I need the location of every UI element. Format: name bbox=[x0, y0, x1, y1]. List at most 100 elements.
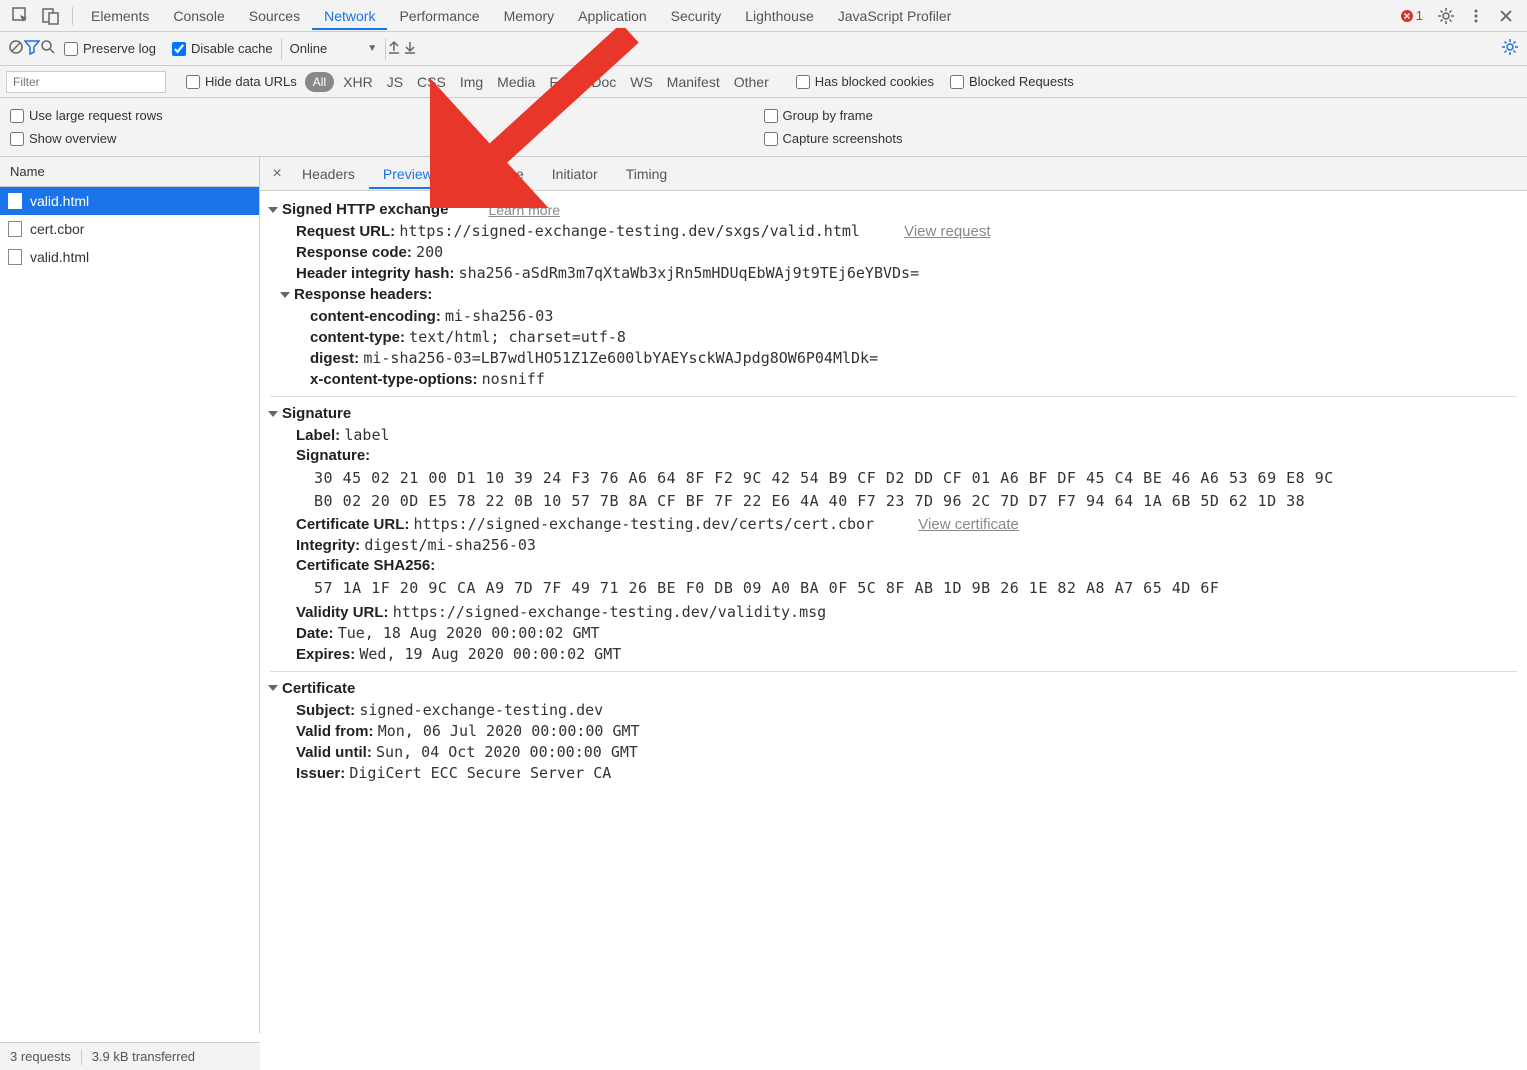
tab-console[interactable]: Console bbox=[161, 2, 236, 30]
separator bbox=[81, 1049, 82, 1065]
device-toggle-icon[interactable] bbox=[41, 6, 61, 26]
group-by-frame-checkbox[interactable]: Group by frame bbox=[764, 108, 1518, 123]
status-transferred: 3.9 kB transferred bbox=[92, 1049, 195, 1064]
filter-type-css[interactable]: CSS bbox=[410, 74, 453, 90]
learn-more-link[interactable]: Learn more bbox=[488, 202, 560, 218]
tab-preview[interactable]: Preview bbox=[369, 159, 447, 189]
request-row[interactable]: cert.cbor bbox=[0, 215, 259, 243]
network-options: Use large request rows Group by frame Sh… bbox=[0, 98, 1527, 157]
document-icon bbox=[8, 221, 22, 237]
hide-data-urls-label: Hide data URLs bbox=[205, 74, 297, 89]
network-filterbar: Hide data URLs All XHR JS CSS Img Media … bbox=[0, 66, 1527, 98]
show-overview-checkbox[interactable]: Show overview bbox=[10, 131, 764, 146]
date-row: Date: Tue, 18 Aug 2020 00:00:02 GMT bbox=[296, 624, 1517, 642]
response-code-key: Response code: bbox=[296, 244, 412, 261]
filter-type-img[interactable]: Img bbox=[453, 74, 490, 90]
tab-js-profiler[interactable]: JavaScript Profiler bbox=[826, 2, 964, 30]
throttling-select[interactable]: Online ▼ bbox=[281, 38, 386, 60]
filter-type-media[interactable]: Media bbox=[490, 74, 542, 90]
tab-performance[interactable]: Performance bbox=[387, 2, 491, 30]
tab-security[interactable]: Security bbox=[659, 2, 734, 30]
filter-type-other[interactable]: Other bbox=[727, 74, 776, 90]
section-title: Signed HTTP exchange bbox=[282, 201, 448, 218]
detail-tabs: × Headers Preview Response Initiator Tim… bbox=[260, 157, 1527, 191]
disable-cache-checkbox[interactable]: Disable cache bbox=[172, 41, 273, 56]
tab-initiator[interactable]: Initiator bbox=[538, 159, 612, 189]
tab-sources[interactable]: Sources bbox=[237, 2, 312, 30]
tab-network[interactable]: Network bbox=[312, 2, 387, 30]
request-list-pane: Name valid.html cert.cbor valid.html bbox=[0, 157, 260, 1033]
tab-headers[interactable]: Headers bbox=[288, 159, 369, 189]
expand-triangle-icon bbox=[280, 292, 290, 298]
tab-memory[interactable]: Memory bbox=[492, 2, 567, 30]
document-icon bbox=[8, 193, 22, 209]
filter-type-doc[interactable]: Doc bbox=[584, 74, 623, 90]
error-count-badge[interactable]: 1 bbox=[1400, 8, 1423, 23]
clear-icon[interactable] bbox=[8, 39, 24, 58]
request-row[interactable]: valid.html bbox=[0, 187, 259, 215]
request-name: valid.html bbox=[30, 193, 89, 209]
view-request-link[interactable]: View request bbox=[904, 223, 990, 240]
use-large-rows-checkbox[interactable]: Use large request rows bbox=[10, 108, 764, 123]
upload-har-icon[interactable] bbox=[386, 39, 402, 58]
integrity-row: Integrity: digest/mi-sha256-03 bbox=[296, 536, 1517, 554]
blocked-requests-checkbox[interactable]: Blocked Requests bbox=[950, 74, 1074, 89]
download-har-icon[interactable] bbox=[402, 39, 418, 58]
signature-label-row: Label: label bbox=[296, 426, 1517, 444]
preserve-log-checkbox[interactable]: Preserve log bbox=[64, 41, 156, 56]
filter-input[interactable] bbox=[6, 71, 166, 93]
close-detail-icon[interactable]: × bbox=[266, 165, 288, 183]
close-icon[interactable] bbox=[1496, 6, 1516, 26]
section-certificate[interactable]: Certificate bbox=[270, 680, 1517, 697]
disable-cache-label: Disable cache bbox=[191, 41, 273, 56]
expand-triangle-icon bbox=[268, 207, 278, 213]
settings-gear-icon[interactable] bbox=[1436, 6, 1456, 26]
expand-triangle-icon bbox=[268, 685, 278, 691]
valid-from-row: Valid from: Mon, 06 Jul 2020 00:00:00 GM… bbox=[296, 722, 1517, 740]
filter-type-xhr[interactable]: XHR bbox=[336, 74, 380, 90]
status-requests: 3 requests bbox=[10, 1049, 71, 1064]
tab-timing[interactable]: Timing bbox=[612, 159, 682, 189]
tab-response[interactable]: Response bbox=[447, 159, 538, 189]
filter-type-all[interactable]: All bbox=[305, 72, 334, 92]
request-url-key: Request URL: bbox=[296, 223, 395, 240]
header-integrity-value: sha256-aSdRm3m7qXtaWb3xjRn5mHDUqEbWAj9t9… bbox=[459, 264, 920, 282]
show-overview-label: Show overview bbox=[29, 131, 116, 146]
signature-hex: 30 45 02 21 00 D1 10 39 24 F3 76 A6 64 8… bbox=[314, 467, 1517, 490]
filter-type-ws[interactable]: WS bbox=[623, 74, 660, 90]
request-row[interactable]: valid.html bbox=[0, 243, 259, 271]
tab-elements[interactable]: Elements bbox=[79, 2, 161, 30]
response-code-value: 200 bbox=[416, 243, 443, 261]
search-icon[interactable] bbox=[40, 39, 56, 58]
request-list-header[interactable]: Name bbox=[0, 157, 259, 187]
header-row: digest: mi-sha256-03=LB7wdlHO51Z1Ze600lb… bbox=[310, 349, 1517, 367]
filter-type-js[interactable]: JS bbox=[380, 74, 410, 90]
network-settings-gear-icon[interactable] bbox=[1501, 38, 1519, 59]
cert-sha-hex: 57 1A 1F 20 9C CA A9 7D 7F 49 71 26 BE F… bbox=[314, 577, 1517, 600]
section-signed-http-exchange[interactable]: Signed HTTP exchange Learn more bbox=[270, 201, 1517, 218]
more-menu-icon[interactable] bbox=[1466, 6, 1486, 26]
tab-application[interactable]: Application bbox=[566, 2, 659, 30]
filter-icon[interactable] bbox=[24, 39, 40, 58]
validity-url-row: Validity URL: https://signed-exchange-te… bbox=[296, 603, 1517, 621]
filter-type-manifest[interactable]: Manifest bbox=[660, 74, 727, 90]
preserve-log-label: Preserve log bbox=[83, 41, 156, 56]
has-blocked-cookies-label: Has blocked cookies bbox=[815, 74, 934, 89]
tab-lighthouse[interactable]: Lighthouse bbox=[733, 2, 826, 30]
response-headers-section[interactable]: Response headers: bbox=[282, 286, 1517, 303]
subject-row: Subject: signed-exchange-testing.dev bbox=[296, 701, 1517, 719]
section-signature[interactable]: Signature bbox=[270, 405, 1517, 422]
request-name: cert.cbor bbox=[30, 221, 84, 237]
inspect-icon[interactable] bbox=[11, 6, 31, 26]
header-row: content-encoding: mi-sha256-03 bbox=[310, 307, 1517, 325]
has-blocked-cookies-checkbox[interactable]: Has blocked cookies bbox=[796, 74, 934, 89]
dropdown-arrow-icon: ▼ bbox=[367, 43, 377, 54]
issuer-row: Issuer: DigiCert ECC Secure Server CA bbox=[296, 764, 1517, 782]
hide-data-urls-checkbox[interactable]: Hide data URLs bbox=[186, 74, 297, 89]
capture-screenshots-checkbox[interactable]: Capture screenshots bbox=[764, 131, 1518, 146]
network-main: Name valid.html cert.cbor valid.html × H… bbox=[0, 157, 1527, 1033]
separator bbox=[72, 7, 73, 25]
network-statusbar: 3 requests 3.9 kB transferred bbox=[0, 1042, 260, 1070]
view-certificate-link[interactable]: View certificate bbox=[918, 516, 1019, 533]
filter-type-font[interactable]: Font bbox=[542, 74, 584, 90]
